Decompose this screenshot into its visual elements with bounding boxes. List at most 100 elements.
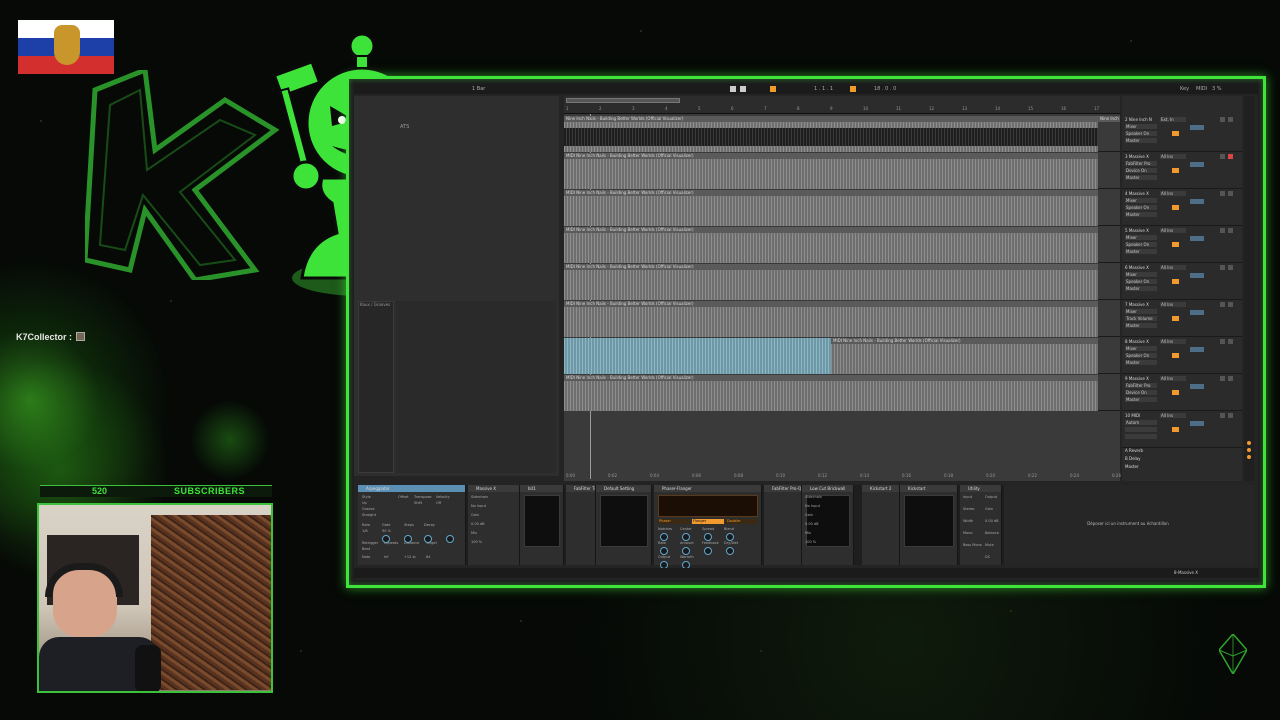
device-chooser[interactable]: Mixer (1125, 346, 1157, 351)
play-button[interactable] (730, 86, 736, 92)
channel-name[interactable]: 7 Massive X (1125, 302, 1149, 307)
channel-name[interactable]: 9 Massive X (1125, 376, 1149, 381)
arrangement-track[interactable]: MIDI Nine Inch Nails - Building Better W… (564, 153, 1120, 189)
phaser-mode-button[interactable]: Phaser (658, 519, 690, 524)
punch-button[interactable] (850, 86, 856, 92)
device-chooser[interactable]: Mixer (1125, 235, 1157, 240)
device-chooser[interactable]: Mixer (1125, 124, 1157, 129)
monitor-auto-button[interactable] (1172, 205, 1179, 210)
channel-name[interactable]: 8 Massive X (1125, 339, 1149, 344)
output-chooser[interactable]: Device On (1125, 390, 1157, 395)
routing-chooser[interactable]: Master (1125, 138, 1157, 143)
phaser-knob[interactable] (726, 547, 734, 555)
device-title[interactable]: Default Setting (596, 485, 651, 492)
device-panel[interactable]: Arpeggiator Style Up Groove Straight Offset Tr… (358, 485, 466, 565)
device-panel[interactable]: Low Cut Brickwall Sidechain No Input Gain 0.… (802, 485, 854, 565)
solo-button[interactable] (1228, 413, 1233, 418)
device-title[interactable]: FabFilter Pro-Q 3 (764, 485, 801, 492)
input-chooser[interactable]: All Ins (1160, 228, 1186, 233)
return-track-name[interactable]: Master (1125, 464, 1139, 469)
volume-field[interactable] (1190, 421, 1204, 426)
monitor-auto-button[interactable] (1172, 390, 1179, 395)
device-title[interactable]: Arpeggiator (358, 485, 465, 492)
channel-name[interactable]: 6 Massive X (1125, 265, 1149, 270)
arm-button[interactable] (1220, 228, 1225, 233)
arp-knob[interactable] (382, 535, 390, 543)
device-chooser[interactable]: Mixer (1125, 272, 1157, 277)
solo-button[interactable] (1228, 339, 1233, 344)
volume-field[interactable] (1190, 199, 1204, 204)
solo-button[interactable] (1228, 302, 1233, 307)
device-title[interactable]: FabFilter Tim (566, 485, 595, 492)
device-panel[interactable]: Phaser-Flanger Phaser Flanger Doubler Notche… (654, 485, 762, 569)
channel-name[interactable]: 10 MIDI (1125, 413, 1140, 418)
solo-button[interactable] (1228, 117, 1233, 122)
device-title[interactable]: Massive X (468, 485, 519, 492)
monitor-auto-button[interactable] (1172, 131, 1179, 136)
arrangement-view[interactable]: 1 2 3 4 5 6 7 8 9 10 11 12 13 14 15 16 17 Nine Inch Nail… (564, 96, 1121, 481)
device-title[interactable]: Low Cut Brickwall (802, 485, 853, 492)
volume-field[interactable] (1190, 273, 1204, 278)
device-panel[interactable]: Kickstart 2 (862, 485, 900, 565)
routing-chooser[interactable]: Master (1125, 397, 1157, 402)
beat-ruler[interactable]: 1 2 3 4 5 6 7 8 9 10 11 12 13 14 15 16 17 (564, 96, 1120, 114)
device-chooser[interactable]: FabFilter Pro (1125, 161, 1157, 166)
volume-field[interactable] (1190, 162, 1204, 167)
phaser-knob[interactable] (682, 547, 690, 555)
channel-name[interactable]: 2 Nine Inch N (1125, 117, 1152, 122)
device-panel[interactable]: FabFilter Tim (566, 485, 596, 565)
device-chooser[interactable]: Mixer (1125, 309, 1157, 314)
routing-chooser[interactable]: Master (1125, 360, 1157, 365)
arrangement-track[interactable]: MIDI Nine Inch Nails - Building Better W… (564, 264, 1120, 300)
output-chooser[interactable]: Speaker On (1125, 353, 1157, 358)
arrangement-track[interactable]: MIDI Nine Inch Nails - Building Better W… (564, 190, 1120, 226)
browser-places[interactable] (358, 301, 394, 473)
output-chooser[interactable]: Speaker On (1125, 279, 1157, 284)
monitor-auto-button[interactable] (1172, 279, 1179, 284)
volume-field[interactable] (1190, 384, 1204, 389)
phaser-knob[interactable] (726, 533, 734, 541)
midi-map-button[interactable]: MIDI (1196, 86, 1207, 92)
phaser-knob[interactable] (704, 533, 712, 541)
return-track-name[interactable]: A Reverb (1125, 448, 1143, 453)
device-title[interactable]: Kickstart 2 (862, 485, 899, 492)
arp-knob[interactable] (404, 535, 412, 543)
device-panel[interactable]: Kickstart (900, 485, 958, 565)
device-chooser[interactable]: FabFilter Pro (1125, 383, 1157, 388)
channel-name[interactable]: 3 Massive X (1125, 154, 1149, 159)
device-chooser[interactable]: Autom (1125, 420, 1157, 425)
routing-chooser[interactable]: Master (1125, 286, 1157, 291)
device-title[interactable]: Phaser-Flanger (654, 485, 761, 492)
phaser-mode-button[interactable]: Flanger (692, 519, 724, 524)
phaser-knob[interactable] (704, 547, 712, 555)
device-panel[interactable]: bit1 (520, 485, 564, 565)
routing-chooser[interactable]: Master (1125, 175, 1157, 180)
arm-button[interactable] (1220, 302, 1225, 307)
arm-button[interactable] (1220, 339, 1225, 344)
solo-button[interactable] (1228, 228, 1233, 233)
browser-content[interactable] (396, 301, 556, 473)
volume-field[interactable] (1190, 310, 1204, 315)
routing-chooser[interactable]: Master (1125, 249, 1157, 254)
monitor-auto-button[interactable] (1172, 353, 1179, 358)
input-chooser[interactable]: All Ins (1160, 302, 1186, 307)
solo-button[interactable] (1228, 154, 1233, 159)
solo-button[interactable] (1228, 191, 1233, 196)
arm-button[interactable] (1220, 265, 1225, 270)
device-title[interactable]: bit1 (520, 485, 563, 492)
loop-length[interactable]: 18 . 0 . 0 (874, 86, 896, 92)
arrangement-track[interactable]: Nine Inch Nails - Building Better Worlds… (564, 116, 1120, 152)
device-title[interactable]: Utility (960, 485, 1001, 492)
browser-label[interactable]: Kaux / Grooves (360, 302, 390, 307)
output-chooser[interactable]: Device On (1125, 168, 1157, 173)
arm-button[interactable] (1220, 376, 1225, 381)
routing-chooser[interactable]: Master (1125, 323, 1157, 328)
routing-chooser[interactable]: Master (1125, 212, 1157, 217)
monitor-auto-button[interactable] (1172, 316, 1179, 321)
monitor-auto-button[interactable] (1172, 427, 1179, 432)
key-map-button[interactable]: Key (1180, 86, 1189, 92)
input-chooser[interactable]: All Ins (1160, 265, 1186, 270)
solo-button[interactable] (1228, 265, 1233, 270)
output-chooser[interactable]: Track Volume (1125, 316, 1157, 321)
input-chooser[interactable]: All Ins (1160, 339, 1186, 344)
